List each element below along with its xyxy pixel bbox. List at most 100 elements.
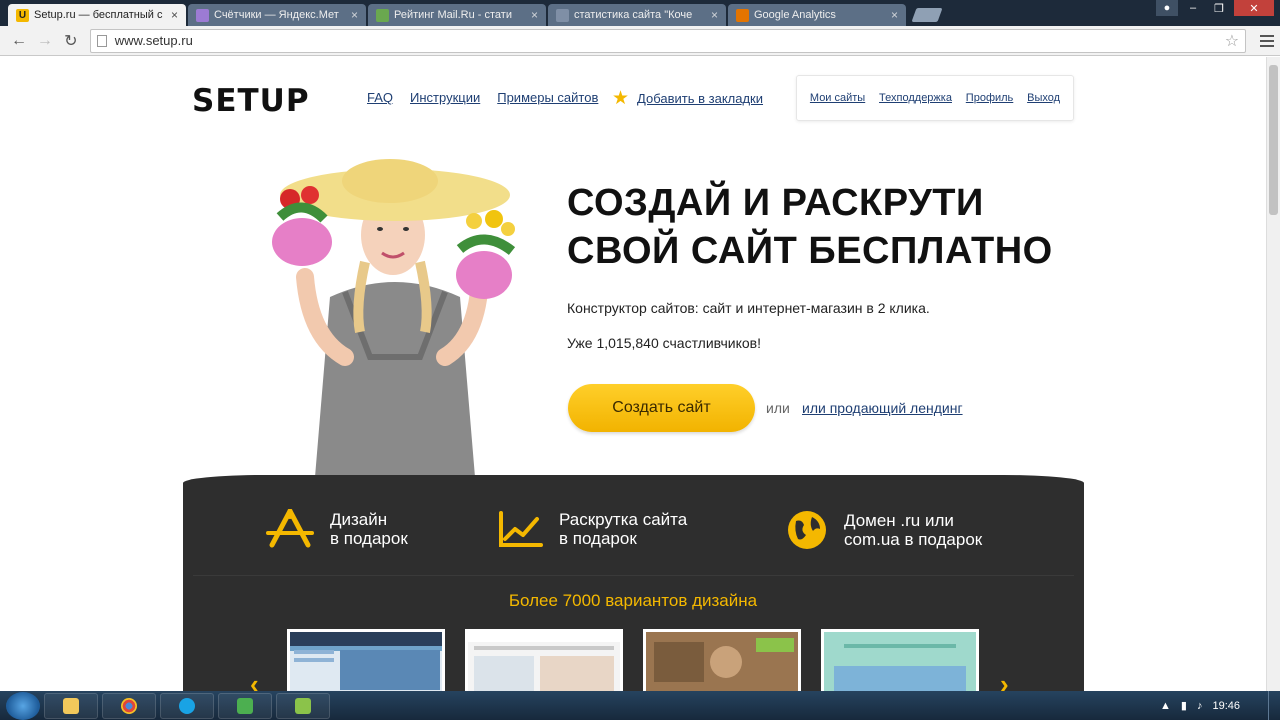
address-bar[interactable]: www.setup.ru ☆ [89,28,1247,53]
close-tab-icon[interactable]: × [531,8,538,22]
tray-arrow-icon[interactable]: ▲ [1160,700,1171,712]
design-preview-2 [468,632,620,691]
feature-design-line2: в подарок [330,529,408,548]
tab-title: Setup.ru — бесплатный с [34,9,163,21]
design-thumbnail-1[interactable] [287,629,445,691]
address-url[interactable]: www.setup.ru [115,33,1225,48]
headline-line-1: СОЗДАЙ И РАСКРУТИ [567,182,984,224]
add-bookmark: ★ Добавить в закладки [612,87,763,110]
folder-icon [63,697,79,714]
tab-site-stats[interactable]: статистика сайта "Коче × [548,4,726,26]
restore-icon[interactable]: ❐ [1208,0,1230,16]
close-tab-icon[interactable]: × [171,8,178,22]
star-icon: ★ [612,88,630,109]
taskbar-camtasia[interactable] [218,692,272,719]
browser-tabstrip: U Setup.ru — бесплатный с × Счётчики — Я… [0,0,1280,26]
tab-google-analytics[interactable]: Google Analytics × [728,4,906,26]
close-window-icon[interactable]: ✕ [1234,0,1274,16]
or-label: или [766,400,790,416]
recorder-icon [237,697,253,714]
tab-title: статистика сайта "Коче [574,9,693,21]
support-link[interactable]: Техподдержка [879,92,952,104]
feature-domain-line1: Домен .ru или [844,511,954,530]
user-counter: Уже 1,015,840 счастливчиков! [567,335,761,351]
tab-mailru-rating[interactable]: Рейтинг Mail.Ru - стати × [368,4,546,26]
designs-title: Более 7000 вариантов дизайна [508,591,758,610]
profile-link[interactable]: Профиль [966,92,1014,104]
nav-instructions[interactable]: Инструкции [410,90,480,105]
chart-icon [499,511,543,547]
nav-site-examples[interactable]: Примеры сайтов [497,90,598,105]
tab-title: Рейтинг Mail.Ru - стати [394,9,512,21]
globe-icon [788,511,826,549]
headline-line-2: СВОЙ САЙТ БЕСПЛАТНО [567,230,1053,272]
reload-icon[interactable]: ↻ [58,29,84,53]
chrome-menu-icon[interactable] [1254,29,1280,53]
back-arrow-icon[interactable]: ← [6,29,32,53]
design-thumbnail-2[interactable] [465,629,623,691]
network-icon[interactable]: ▮ [1181,699,1187,712]
taskbar-app[interactable] [276,692,330,719]
chrome-icon [121,697,137,714]
feature-promotion-line1: Раскрутка сайта [559,510,688,529]
bookmark-star-icon[interactable]: ☆ [1225,31,1239,51]
landing-link[interactable]: или продающий лендинг [802,400,963,416]
page-viewport: SETUP FAQ Инструкции Примеры сайтов ★ До… [0,57,1266,691]
design-preview-1 [290,632,442,690]
tab-setup[interactable]: U Setup.ru — бесплатный с × [8,4,186,26]
stats-favicon-icon [556,8,569,22]
features-divider [193,575,1074,576]
close-tab-icon[interactable]: × [891,8,898,22]
minimize-icon[interactable]: – [1182,0,1204,16]
skype-icon [179,697,195,714]
design-preview-3 [646,632,798,691]
design-thumbnail-4[interactable] [821,629,979,691]
nav-faq[interactable]: FAQ [367,90,393,105]
window-controls: ● – ❐ ✕ [1156,0,1274,16]
top-navigation: FAQ Инструкции Примеры сайтов [367,90,598,105]
setup-favicon-icon: U [16,8,29,22]
page-icon [96,34,107,47]
slider-prev-icon[interactable]: ‹ [250,669,259,691]
taskbar-skype[interactable] [160,692,214,719]
taskbar-chrome[interactable] [102,692,156,719]
app-icon [295,697,311,714]
taskbar-explorer[interactable] [44,692,98,719]
page-scrollbar[interactable] [1266,57,1280,691]
tab-title: Google Analytics [754,9,836,21]
setup-logo[interactable]: SETUP [192,83,310,119]
tab-yandex-metrika[interactable]: Счётчики — Яндекс.Мет × [188,4,366,26]
slider-next-icon[interactable]: › [1000,669,1009,691]
logout-link[interactable]: Выход [1027,92,1060,104]
close-tab-icon[interactable]: × [711,8,718,22]
volume-icon[interactable]: ♪ [1197,700,1203,712]
windows-taskbar: ▲ ▮ ♪ 19:46 [0,691,1280,720]
create-site-button[interactable]: Создать сайт [568,384,755,432]
feature-design: Дизайн в подарок [266,509,408,549]
feature-promotion-line2: в подарок [559,529,637,548]
system-tray: ▲ ▮ ♪ 19:46 [1160,691,1240,720]
design-icon [266,509,314,548]
feature-domain: Домен .ru или com.ua в подарок [786,509,982,551]
user-menu: Мои сайты Техподдержка Профиль Выход [796,75,1074,121]
my-sites-link[interactable]: Мои сайты [810,92,865,104]
start-button[interactable] [6,691,40,720]
browser-toolbar: ← → ↻ www.setup.ru ☆ [0,26,1280,56]
design-thumbnail-3[interactable] [643,629,801,691]
design-preview-4 [824,632,976,691]
new-tab-button[interactable] [911,8,943,22]
analytics-favicon-icon [736,8,749,22]
hero-headline: СОЗДАЙ И РАСКРУТИ СВОЙ САЙТ БЕСПЛАТНО [567,179,1053,275]
mailru-favicon-icon [376,8,389,22]
profile-icon[interactable]: ● [1156,0,1178,16]
add-bookmark-link[interactable]: Добавить в закладки [637,91,763,106]
clock[interactable]: 19:46 [1212,700,1240,712]
feature-domain-line2: com.ua в подарок [844,530,983,549]
feature-promotion: Раскрутка сайта в подарок [497,509,687,549]
tab-title: Счётчики — Яндекс.Мет [214,9,339,21]
hero-subtitle: Конструктор сайтов: сайт и интернет-мага… [567,300,930,316]
close-tab-icon[interactable]: × [351,8,358,22]
scrollbar-thumb[interactable] [1269,65,1278,215]
show-desktop-button[interactable] [1268,691,1280,720]
forward-arrow-icon[interactable]: → [32,29,58,53]
